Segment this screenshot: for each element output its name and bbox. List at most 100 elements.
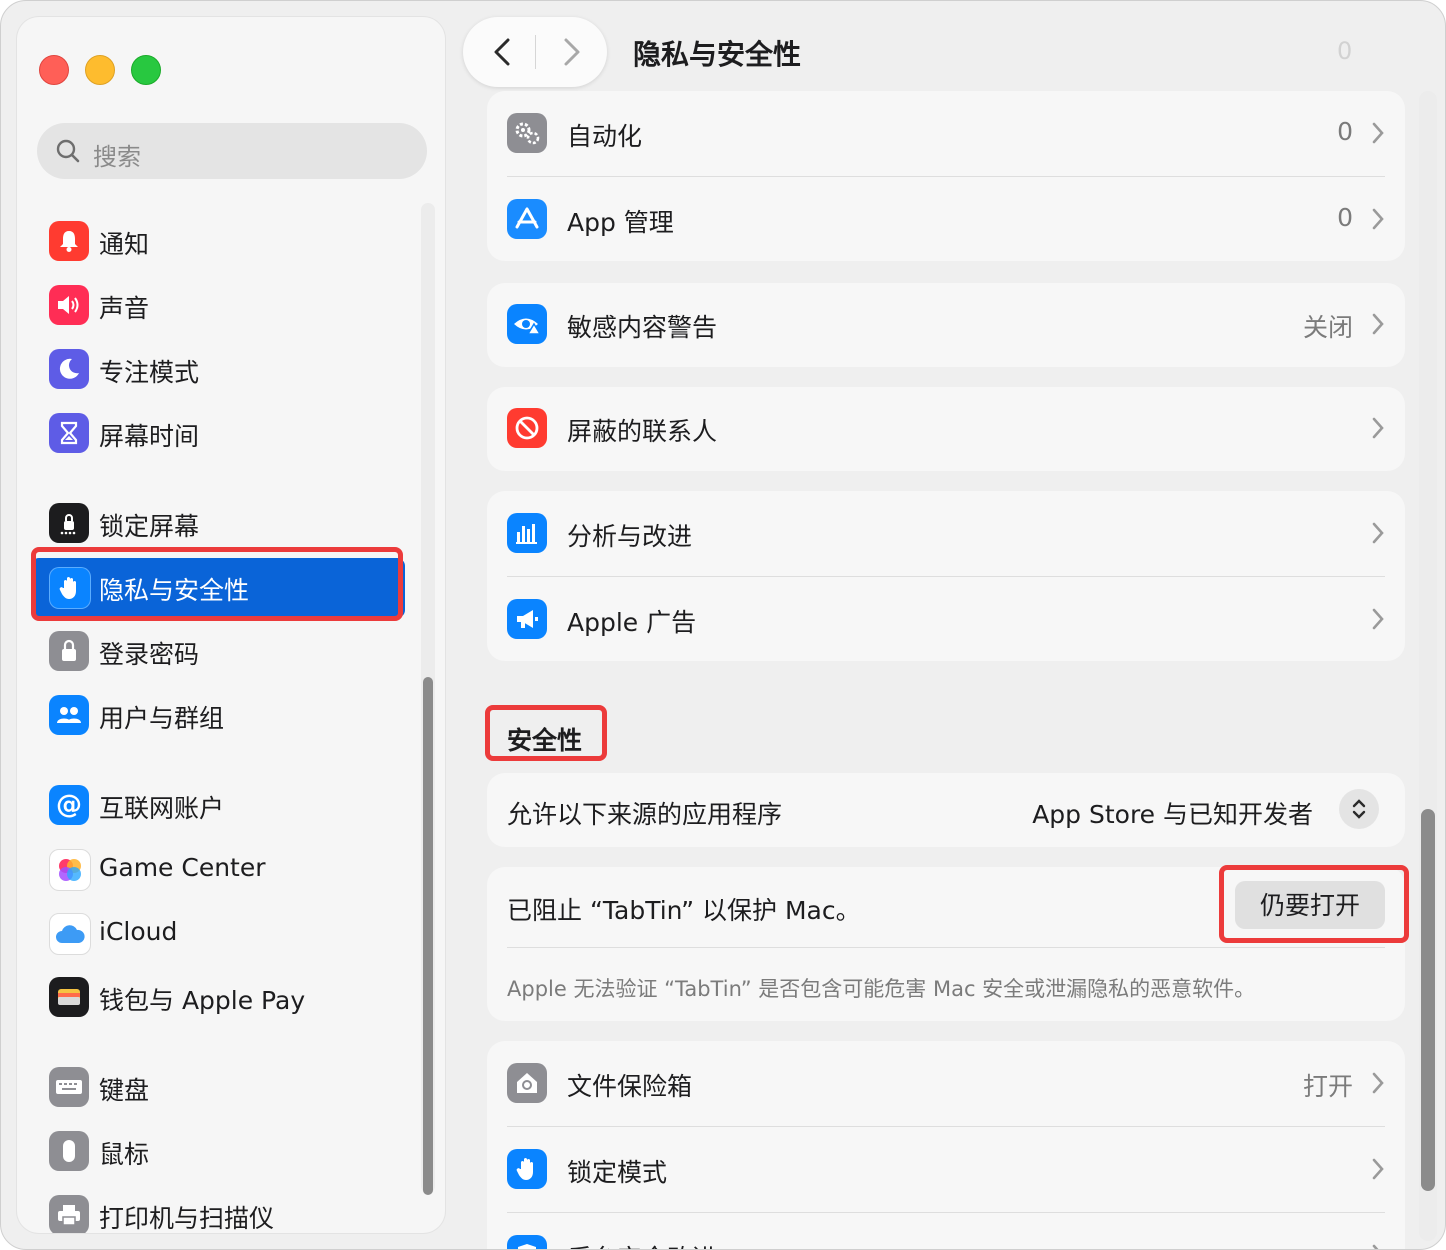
sidebar-item-notifications[interactable]: 通知 [45, 213, 405, 269]
row-sensitive-content[interactable]: 敏感内容警告 关闭 [487, 283, 1405, 369]
row-background-security[interactable]: 后台安全改进 [487, 1213, 1405, 1249]
mouse-icon [49, 1131, 89, 1171]
keyboard-icon [49, 1067, 89, 1107]
privacy-card-sensitive: 敏感内容警告 关闭 [487, 283, 1405, 367]
sidebar-item-label: 打印机与扫描仪 [99, 1204, 275, 1233]
sidebar-item-label: 锁定屏幕 [99, 512, 200, 541]
filevault-icon [507, 1063, 547, 1103]
updown-chevron-icon [1352, 799, 1366, 819]
chevron-right-icon [1372, 313, 1384, 335]
sidebar-item-login-password[interactable]: 登录密码 [45, 623, 405, 679]
search-field[interactable]: 搜索 [37, 123, 427, 179]
sidebar-item-label: 通知 [99, 230, 150, 259]
sidebar-item-icloud[interactable]: iCloud [45, 905, 405, 961]
row-lockdown-mode[interactable]: 锁定模式 [487, 1127, 1405, 1213]
sidebar: 搜索 通知 声音 专注模式 屏幕时间 锁定屏幕 隐私与安全性 登录密码 用户与群… [17, 17, 445, 1233]
row-label: 文件保险箱 [567, 1072, 693, 1101]
hourglass-icon [49, 413, 89, 453]
row-value: 关闭 [1302, 313, 1353, 342]
moon-icon [49, 349, 89, 389]
sidebar-item-label: 用户与群组 [99, 704, 225, 733]
chart-icon [507, 513, 547, 553]
navigation-buttons [463, 17, 607, 87]
row-analytics[interactable]: 分析与改进 [487, 491, 1405, 577]
sidebar-item-label: 钱包与 Apple Pay [99, 986, 306, 1015]
sidebar-item-label: 鼠标 [99, 1140, 150, 1169]
row-value: 打开 [1302, 1072, 1353, 1101]
eye-warning-icon [507, 304, 547, 344]
sidebar-item-label: Game Center [99, 853, 266, 882]
sidebar-item-label: 屏幕时间 [99, 422, 200, 451]
sidebar-item-label: 登录密码 [99, 640, 200, 669]
allow-apps-value[interactable]: App Store 与已知开发者 [1032, 795, 1313, 831]
row-label: 分析与改进 [567, 522, 693, 551]
main-pane: 隐私与安全性 0 自动化 0 App 管理 0 敏感内容警告 关闭 屏蔽的联系人… [447, 1, 1445, 1249]
sidebar-item-label: iCloud [99, 917, 178, 946]
blocked-app-message: 已阻止 “TabTin” 以保护 Mac。 [507, 896, 861, 925]
at-icon: @ [49, 785, 89, 825]
allow-apps-label: 允许以下来源的应用程序 [507, 800, 783, 829]
sidebar-item-mouse[interactable]: 鼠标 [45, 1123, 405, 1179]
blocked-app-description: Apple 无法验证 “TabTin” 是否包含可能危害 Mac 安全或泄漏隐私… [507, 977, 1256, 1001]
forward-icon[interactable] [559, 37, 583, 67]
cloud-icon [49, 913, 91, 955]
sidebar-scrollbar-thumb[interactable] [423, 677, 433, 1195]
row-label: 锁定模式 [567, 1158, 668, 1187]
privacy-card-analytics: 分析与改进 Apple 广告 [487, 491, 1405, 661]
row-value: 0 [1337, 203, 1353, 232]
back-icon[interactable] [491, 37, 515, 67]
hand-icon [507, 1149, 547, 1189]
lock-icon [49, 631, 89, 671]
security-card-allow: 允许以下来源的应用程序 App Store 与已知开发者 [487, 773, 1405, 847]
minimize-window-button[interactable] [85, 55, 115, 85]
wallet-icon [49, 977, 89, 1017]
row-label: 后台安全改进 [567, 1239, 717, 1249]
row-apple-ads[interactable]: Apple 广告 [487, 577, 1405, 663]
zoom-window-button[interactable] [131, 55, 161, 85]
users-icon [49, 695, 89, 735]
sidebar-item-printers[interactable]: 打印机与扫描仪 [45, 1187, 405, 1233]
megaphone-icon [507, 599, 547, 639]
close-window-button[interactable] [39, 55, 69, 85]
row-blocked-contacts[interactable]: 屏蔽的联系人 [487, 387, 1405, 473]
sidebar-item-label: 专注模式 [99, 358, 200, 387]
sidebar-item-keyboard[interactable]: 键盘 [45, 1059, 405, 1115]
sidebar-item-screen-time[interactable]: 屏幕时间 [45, 405, 405, 461]
game-center-icon [49, 849, 91, 891]
chevron-right-icon [1372, 608, 1384, 630]
sidebar-item-lock-screen[interactable]: 锁定屏幕 [45, 495, 405, 551]
lock-screen-icon [49, 503, 89, 543]
row-automation[interactable]: 自动化 0 [487, 91, 1405, 177]
main-scrollbar-thumb[interactable] [1421, 809, 1435, 1191]
blocked-icon [507, 408, 547, 448]
sidebar-item-sound[interactable]: 声音 [45, 277, 405, 333]
highlight-box-open-anyway [1219, 865, 1409, 943]
printer-icon [49, 1195, 89, 1233]
sidebar-item-wallet[interactable]: 钱包与 Apple Pay [45, 969, 405, 1025]
sidebar-item-label: 互联网账户 [99, 794, 225, 823]
row-label: Apple 广告 [567, 608, 697, 637]
chevron-right-icon [1372, 1158, 1384, 1180]
page-title: 隐私与安全性 [633, 38, 802, 71]
privacy-card-apps: 自动化 0 App 管理 0 [487, 91, 1405, 261]
sidebar-item-internet-accounts[interactable]: @ 互联网账户 [45, 777, 405, 833]
row-value: 0 [1337, 117, 1353, 146]
speaker-icon [49, 285, 89, 325]
row-label: 敏感内容警告 [567, 313, 718, 342]
sidebar-item-focus[interactable]: 专注模式 [45, 341, 405, 397]
privacy-card-blocked: 屏蔽的联系人 [487, 387, 1405, 471]
sidebar-item-game-center[interactable]: Game Center [45, 841, 405, 897]
chevron-right-icon [1372, 417, 1384, 439]
sidebar-item-users-groups[interactable]: 用户与群组 [45, 687, 405, 743]
row-app-management[interactable]: App 管理 0 [487, 177, 1405, 263]
security-card-more: 文件保险箱 打开 锁定模式 后台安全改进 [487, 1041, 1405, 1249]
allow-apps-popup-button[interactable] [1339, 789, 1379, 829]
row-label: 屏蔽的联系人 [567, 417, 718, 446]
highlight-box-privacy [31, 547, 403, 621]
row-label: App 管理 [567, 208, 674, 237]
divider [507, 947, 1385, 948]
chevron-right-icon [1372, 122, 1384, 144]
ghost-count: 0 [1337, 37, 1353, 65]
row-filevault[interactable]: 文件保险箱 打开 [487, 1041, 1405, 1127]
chevron-right-icon [1372, 1244, 1379, 1249]
